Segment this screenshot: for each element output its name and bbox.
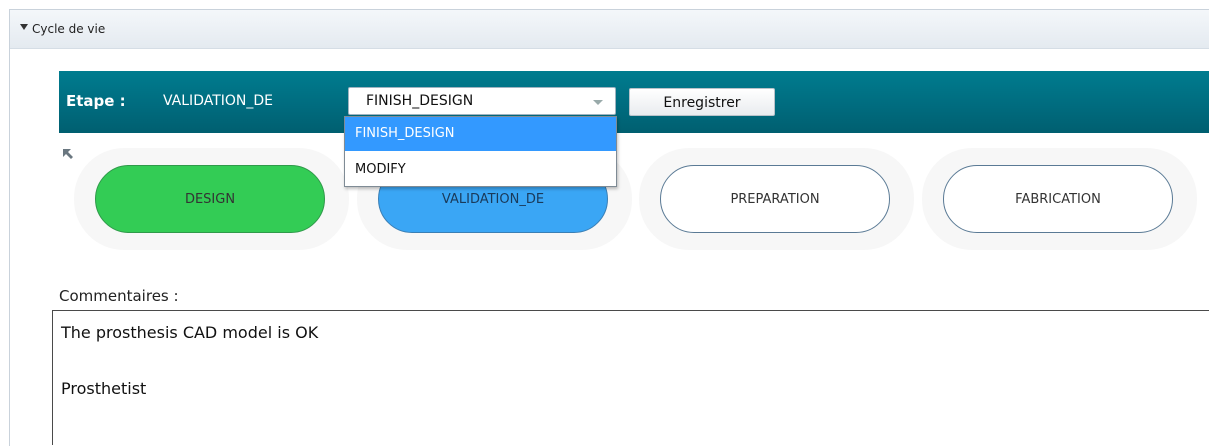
step-label-text: VALIDATION_DE: [441, 191, 545, 207]
dropdown-option-finish-design[interactable]: FINISH_DESIGN: [345, 117, 616, 151]
step-label-text: PREPARATION: [730, 191, 820, 207]
step-design[interactable]: DESIGN: [95, 165, 325, 233]
collapse-caret-icon[interactable]: [20, 24, 28, 30]
comments-textarea[interactable]: The prosthesis CAD model is OK Prostheti…: [52, 310, 1209, 445]
step-label-text: FABRICATION: [1015, 191, 1101, 207]
step-label-text: DESIGN: [184, 191, 236, 207]
move-handle-icon[interactable]: [62, 148, 78, 162]
step-fabrication[interactable]: FABRICATION: [943, 165, 1173, 233]
transition-dropdown-list: FINISH_DESIGN MODIFY: [344, 116, 617, 187]
transition-select[interactable]: FINISH_DESIGN: [348, 87, 616, 115]
panel-header[interactable]: Cycle de vie: [10, 10, 1209, 49]
step-preparation[interactable]: PREPARATION: [660, 165, 890, 233]
transition-select-value: FINISH_DESIGN: [366, 93, 474, 109]
dropdown-option-modify[interactable]: MODIFY: [345, 153, 616, 186]
comments-label: Commentaires :: [59, 287, 179, 305]
current-step-value: VALIDATION_DE: [163, 93, 274, 109]
panel-title: Cycle de vie: [32, 22, 106, 36]
step-label: Etape :: [66, 92, 126, 110]
chevron-down-icon[interactable]: [593, 100, 603, 105]
save-button[interactable]: Enregistrer: [629, 88, 775, 116]
